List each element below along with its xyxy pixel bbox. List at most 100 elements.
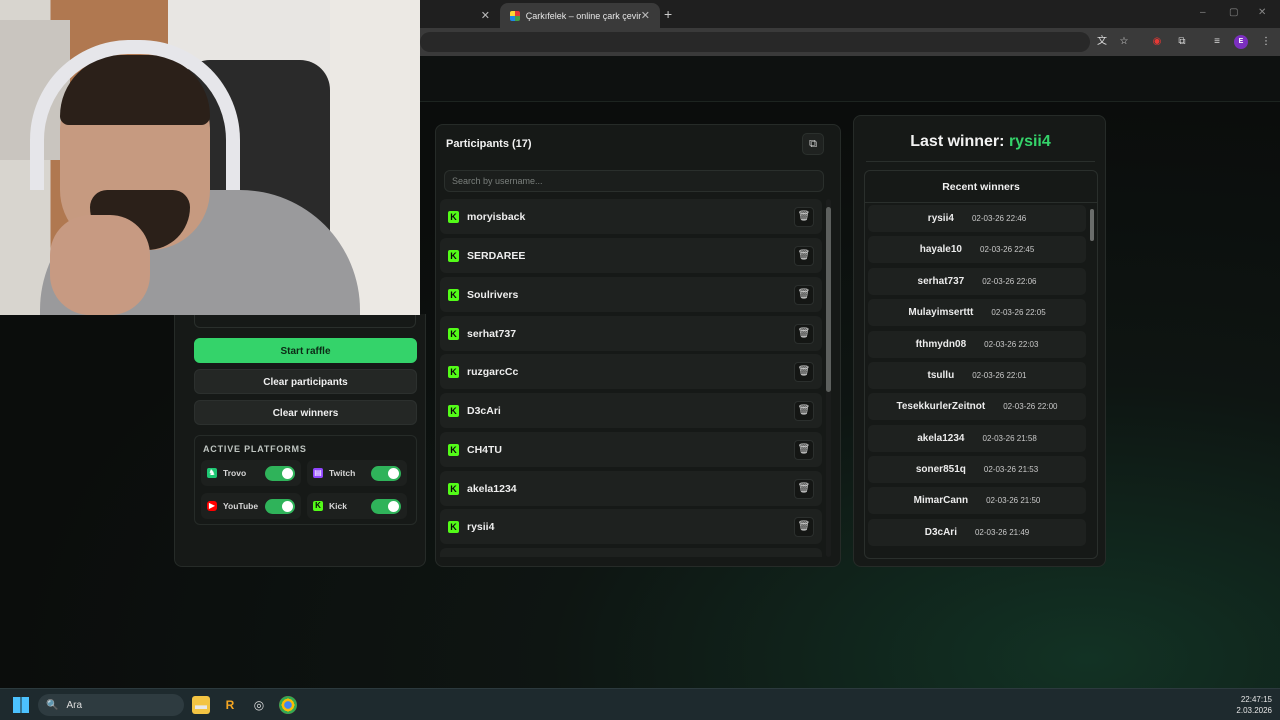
address-bar[interactable] xyxy=(420,32,1090,52)
minimize-button[interactable]: – xyxy=(1200,7,1206,18)
participants-scrollbar[interactable] xyxy=(826,199,831,557)
winner-name: TesekkurlerZeitnot xyxy=(896,401,986,412)
winner-time: 02-03-26 21:49 xyxy=(974,528,1030,537)
winner-row: akela1234 02-03-26 21:58 xyxy=(868,425,1086,452)
system-clock[interactable]: 22:47:15 2.03.2026 xyxy=(1222,694,1272,716)
delete-participant-icon[interactable]: 🗑 xyxy=(794,284,814,305)
platform-trovo: ♞ Trovo xyxy=(201,460,301,486)
winner-row: hayale10 02-03-26 22:45 xyxy=(868,236,1086,263)
winner-name: soner851q xyxy=(915,464,966,475)
winner-time: 02-03-26 22:46 xyxy=(971,214,1027,223)
streamer-hand xyxy=(50,215,150,315)
extensions-puzzle-icon[interactable]: ⧉ xyxy=(1176,36,1188,48)
start-raffle-button[interactable]: Start raffle xyxy=(194,338,417,363)
participant-row: K Soulrivers 🗑 xyxy=(440,277,822,312)
participants-panel: Participants (17) ⧉ Search by username..… xyxy=(435,124,841,567)
winner-row: serhat737 02-03-26 22:06 xyxy=(868,268,1086,295)
winner-time: 02-03-26 22:00 xyxy=(1003,402,1058,411)
delete-participant-icon[interactable]: 🗑 xyxy=(794,361,814,382)
close-tab-icon[interactable]: ✕ xyxy=(481,9,490,22)
taskbar-search-label: Ara xyxy=(66,699,83,711)
taskbar-search[interactable]: 🔍 Ara xyxy=(38,694,184,716)
windows-start-icon[interactable] xyxy=(13,697,29,713)
participant-name: SERDAREE xyxy=(467,249,526,262)
menu-kebab-icon[interactable]: ⋮ xyxy=(1260,36,1272,48)
kick-icon: K xyxy=(448,365,459,378)
winner-time: 02-03-26 22:05 xyxy=(991,308,1046,317)
participant-row: K CH4TU 🗑 xyxy=(440,432,822,467)
divider xyxy=(866,161,1095,162)
kick-icon: K xyxy=(313,501,323,511)
platform-label: Twitch xyxy=(329,468,356,478)
clock-time: 22:47:15 xyxy=(1240,695,1272,704)
maximize-button[interactable]: ▢ xyxy=(1229,7,1238,18)
browser-tab-inactive[interactable]: ✕ xyxy=(420,3,500,28)
bookmark-star-icon[interactable]: ☆ xyxy=(1118,36,1130,48)
wheel-favicon-icon xyxy=(510,10,520,21)
delete-participant-icon[interactable]: 🗑 xyxy=(794,439,814,460)
winners-scrollbar[interactable] xyxy=(1090,207,1094,557)
winner-name: rysii4 xyxy=(927,213,954,224)
winner-row: rysii4 02-03-26 22:46 xyxy=(868,205,1086,232)
app-circle-icon[interactable]: ◎ xyxy=(250,696,268,714)
last-winner-name: rysii4 xyxy=(1008,133,1051,150)
participant-name: moryisback xyxy=(467,210,526,223)
platform-label: YouTube xyxy=(223,501,259,511)
participant-row: K moryisback 🗑 xyxy=(440,199,822,234)
delete-participant-icon[interactable]: 🗑 xyxy=(794,323,814,344)
winner-name: hayale10 xyxy=(919,244,962,255)
new-tab-button[interactable]: + xyxy=(664,6,672,22)
winner-row: fthmydn08 02-03-26 22:03 xyxy=(868,331,1086,358)
winner-name: MimarCann xyxy=(913,495,969,506)
youtube-toggle[interactable] xyxy=(265,498,295,514)
platform-label: Kick xyxy=(329,501,347,511)
twitch-toggle[interactable] xyxy=(371,465,401,481)
participant-row: K akela1234 🗑 xyxy=(440,471,822,506)
scroll-thumb[interactable] xyxy=(826,207,831,392)
reading-list-icon[interactable]: ≡ xyxy=(1211,36,1223,48)
delete-participant-icon[interactable]: 🗑 xyxy=(794,206,814,227)
keyword-input[interactable] xyxy=(194,314,416,328)
platform-twitch: ▤ Twitch xyxy=(307,460,407,486)
kick-toggle[interactable] xyxy=(371,498,401,514)
trovo-icon: ♞ xyxy=(207,468,217,478)
youtube-icon: ▶ xyxy=(207,501,217,511)
winner-name: serhat737 xyxy=(917,276,965,287)
taskbar: 🔍 Ara ▬ R ◎ 22:47:15 2.03.2026 xyxy=(0,688,1280,720)
recent-winners-box: Recent winners rysii4 02-03-26 22:46 hay… xyxy=(864,170,1098,559)
winner-row: MimarCann 02-03-26 21:50 xyxy=(868,487,1086,514)
clear-winners-button[interactable]: Clear winners xyxy=(194,400,417,425)
winner-time: 02-03-26 21:50 xyxy=(986,496,1041,505)
participant-name: Soulrivers xyxy=(467,288,519,301)
translate-icon[interactable]: 文 xyxy=(1096,36,1108,48)
clear-participants-button[interactable]: Clear participants xyxy=(194,369,417,394)
winner-name: Mulayimserttt xyxy=(908,307,974,318)
trovo-toggle[interactable] xyxy=(265,465,295,481)
delete-participant-icon[interactable]: 🗑 xyxy=(794,516,814,537)
winner-row: Mulayimserttt 02-03-26 22:05 xyxy=(868,299,1086,326)
clock-date: 2.03.2026 xyxy=(1236,706,1272,715)
participant-row: K serhat737 🗑 xyxy=(440,316,822,351)
kick-icon: K xyxy=(448,443,459,456)
winners-panel: Last winner: rysii4 Recent winners rysii… xyxy=(853,115,1106,567)
scroll-thumb[interactable] xyxy=(1090,209,1094,241)
app-r-icon[interactable]: R xyxy=(221,696,239,714)
participant-row xyxy=(440,548,822,557)
participant-row: K SERDAREE 🗑 xyxy=(440,238,822,273)
winner-time: 02-03-26 22:06 xyxy=(982,277,1037,286)
winner-time: 02-03-26 22:03 xyxy=(984,340,1039,349)
browser-tab-active[interactable]: Çarkıfelek – online çark çevirme ✕ xyxy=(500,3,660,28)
winner-time: 02-03-26 22:45 xyxy=(980,245,1035,254)
participant-search-input[interactable]: Search by username... xyxy=(444,170,824,192)
chrome-icon[interactable] xyxy=(279,696,297,714)
file-explorer-icon[interactable]: ▬ xyxy=(192,696,210,714)
profile-avatar[interactable]: E xyxy=(1234,35,1248,49)
copy-icon[interactable]: ⧉ xyxy=(802,133,824,155)
close-window-button[interactable]: ✕ xyxy=(1258,7,1266,18)
delete-participant-icon[interactable]: 🗑 xyxy=(794,245,814,266)
extension-red-icon[interactable]: ◉ xyxy=(1151,36,1163,48)
delete-participant-icon[interactable]: 🗑 xyxy=(794,400,814,421)
winner-time: 02-03-26 21:53 xyxy=(983,465,1039,474)
close-tab-icon[interactable]: ✕ xyxy=(641,9,650,22)
delete-participant-icon[interactable]: 🗑 xyxy=(794,478,814,499)
